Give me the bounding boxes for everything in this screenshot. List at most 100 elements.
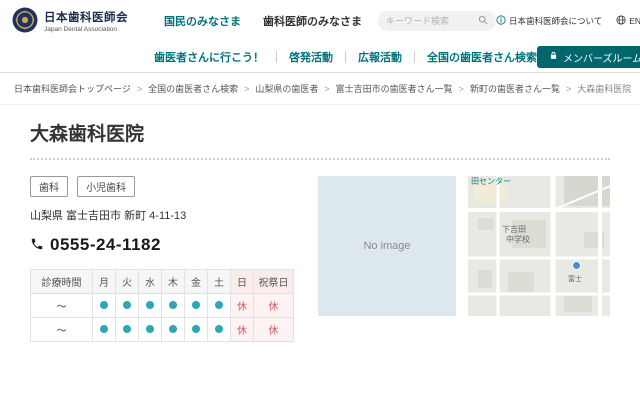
breadcrumb-link-search[interactable]: 全国の歯医者さん検索: [148, 82, 238, 95]
open-cell-thu: [162, 294, 185, 318]
hours-header-wed: 水: [139, 270, 162, 294]
no-image-label: No image: [363, 240, 410, 252]
map-embed[interactable]: 田センター 下吉田 中学校 富士: [468, 176, 610, 316]
open-cell-sat: [208, 318, 231, 342]
open-dot: [146, 301, 154, 309]
hours-header-row: 診療時間 月 火 水 木 金 土 日 祝祭日: [31, 270, 294, 294]
open-dot: [123, 301, 131, 309]
nav-dentist-search[interactable]: 全国の歯医者さん検索: [427, 49, 537, 65]
open-dot: [169, 301, 177, 309]
nav-divider: [276, 51, 277, 63]
english-link[interactable]: ENGLISH: [616, 15, 640, 27]
hours-header-mon: 月: [93, 270, 116, 294]
hours-header-sun: 日: [231, 270, 254, 294]
open-cell-fri: [185, 318, 208, 342]
specialty-tags: 歯科 小児歯科: [30, 176, 306, 197]
map-label-school-line2: 中学校: [506, 236, 530, 245]
closed-cell-holiday: 休: [254, 294, 294, 318]
members-room-button[interactable]: メンバーズルーム: [537, 46, 640, 68]
main-nav: 歯医者さんに行こう！ 啓発活動 広報活動 全国の歯医者さん検索: [154, 49, 537, 65]
dotted-divider: [30, 158, 610, 160]
english-label: ENGLISH: [629, 16, 640, 26]
map-label-school-line1: 下吉田: [502, 226, 526, 235]
jda-logo-icon: [12, 7, 38, 36]
brand-subtitle: Japan Dental Association: [44, 26, 128, 33]
specialty-tag-pediatric: 小児歯科: [77, 176, 135, 197]
specialty-tag-dental: 歯科: [30, 176, 68, 197]
no-image-placeholder: No image: [318, 176, 456, 316]
closed-cell-sun: 休: [231, 318, 254, 342]
hours-time-cell: ～: [31, 318, 93, 342]
open-dot: [169, 325, 177, 333]
closed-cell-sun: 休: [231, 294, 254, 318]
brand-title: 日本歯科医師会: [44, 9, 128, 25]
breadcrumb-separator: >: [459, 84, 464, 94]
page: 日本歯科医師会 Japan Dental Association 国民のみなさま…: [0, 0, 640, 342]
breadcrumb-link-home[interactable]: 日本歯科医師会トップページ: [14, 82, 131, 95]
breadcrumb-link-city[interactable]: 富士吉田市の歯医者さん一覧: [336, 82, 453, 95]
hours-row-1: ～ 休 休: [31, 294, 294, 318]
map-graphic: [468, 176, 610, 316]
audience-nav: 国民のみなさま 歯科医師のみなさま: [164, 13, 362, 29]
utility-nav: 日本歯科医師会について ENGLISH: [496, 15, 640, 27]
open-dot: [192, 325, 200, 333]
hours-header-thu: 木: [162, 270, 185, 294]
brand-text: 日本歯科医師会 Japan Dental Association: [44, 9, 128, 33]
hours-table: 診療時間 月 火 水 木 金 土 日 祝祭日 ～: [30, 269, 294, 342]
search-icon[interactable]: [478, 15, 488, 28]
info-icon: [496, 15, 506, 27]
map-poi-marker: [572, 261, 581, 270]
hours-time-cell: ～: [31, 294, 93, 318]
open-cell-fri: [185, 294, 208, 318]
closed-cell-holiday: 休: [254, 318, 294, 342]
phone-row: 0555-24-1182: [30, 235, 306, 255]
clinic-address: 山梨県 富士吉田市 新町 4-11-13: [30, 207, 306, 223]
phone-icon: [30, 237, 44, 254]
search-input[interactable]: [386, 16, 478, 26]
nav-go-to-dentist[interactable]: 歯医者さんに行こう！: [154, 49, 264, 65]
header-top: 日本歯科医師会 Japan Dental Association 国民のみなさま…: [0, 0, 640, 42]
nav-divider: [414, 51, 415, 63]
nav-publicity[interactable]: 広報活動: [358, 49, 402, 65]
open-cell-mon: [93, 294, 116, 318]
breadcrumb-link-prefecture[interactable]: 山梨県の歯医者: [255, 82, 318, 95]
nav-dentists[interactable]: 歯科医師のみなさま: [263, 13, 362, 29]
brand-home-link[interactable]: 日本歯科医師会 Japan Dental Association: [12, 7, 154, 36]
open-cell-wed: [139, 294, 162, 318]
about-jda-link[interactable]: 日本歯科医師会について: [496, 15, 602, 27]
open-cell-mon: [93, 318, 116, 342]
breadcrumb-separator: >: [244, 84, 249, 94]
open-cell-thu: [162, 318, 185, 342]
hours-header-holiday: 祝祭日: [254, 270, 294, 294]
nav-awareness[interactable]: 啓発活動: [289, 49, 333, 65]
main-content: 大森歯科医院 歯科 小児歯科 山梨県 富士吉田市 新町 4-11-13 0555…: [0, 105, 640, 342]
site-header: 日本歯科医師会 Japan Dental Association 国民のみなさま…: [0, 0, 640, 73]
map-label-center: 田センター: [471, 178, 511, 187]
about-jda-label: 日本歯科医師会について: [509, 15, 602, 27]
header-bottom: 歯医者さんに行こう！ 啓発活動 広報活動 全国の歯医者さん検索 メンバーズルーム: [0, 42, 640, 72]
clinic-name-title: 大森歯科医院: [30, 119, 610, 146]
open-dot: [215, 301, 223, 309]
breadcrumb-separator: >: [324, 84, 329, 94]
open-cell-tue: [116, 294, 139, 318]
content-columns: 歯科 小児歯科 山梨県 富士吉田市 新町 4-11-13 0555-24-118…: [30, 176, 610, 342]
nav-citizens[interactable]: 国民のみなさま: [164, 13, 241, 29]
lock-icon: [549, 51, 558, 63]
map-label-fuji: 富士: [568, 276, 582, 284]
breadcrumb-separator: >: [566, 84, 571, 94]
hours-header-sat: 土: [208, 270, 231, 294]
clinic-phone-number: 0555-24-1182: [50, 235, 161, 255]
breadcrumb: 日本歯科医師会トップページ > 全国の歯医者さん検索 > 山梨県の歯医者 > 富…: [0, 73, 640, 105]
breadcrumb-link-district[interactable]: 新町の歯医者さん一覧: [470, 82, 560, 95]
open-cell-sat: [208, 294, 231, 318]
hours-header-fri: 金: [185, 270, 208, 294]
open-dot: [192, 301, 200, 309]
members-room-label: メンバーズルーム: [563, 50, 640, 65]
hours-row-2: ～ 休 休: [31, 318, 294, 342]
open-cell-wed: [139, 318, 162, 342]
hours-header-time: 診療時間: [31, 270, 93, 294]
nav-divider: [345, 51, 346, 63]
search-box: [378, 11, 496, 31]
open-dot: [146, 325, 154, 333]
hours-header-tue: 火: [116, 270, 139, 294]
